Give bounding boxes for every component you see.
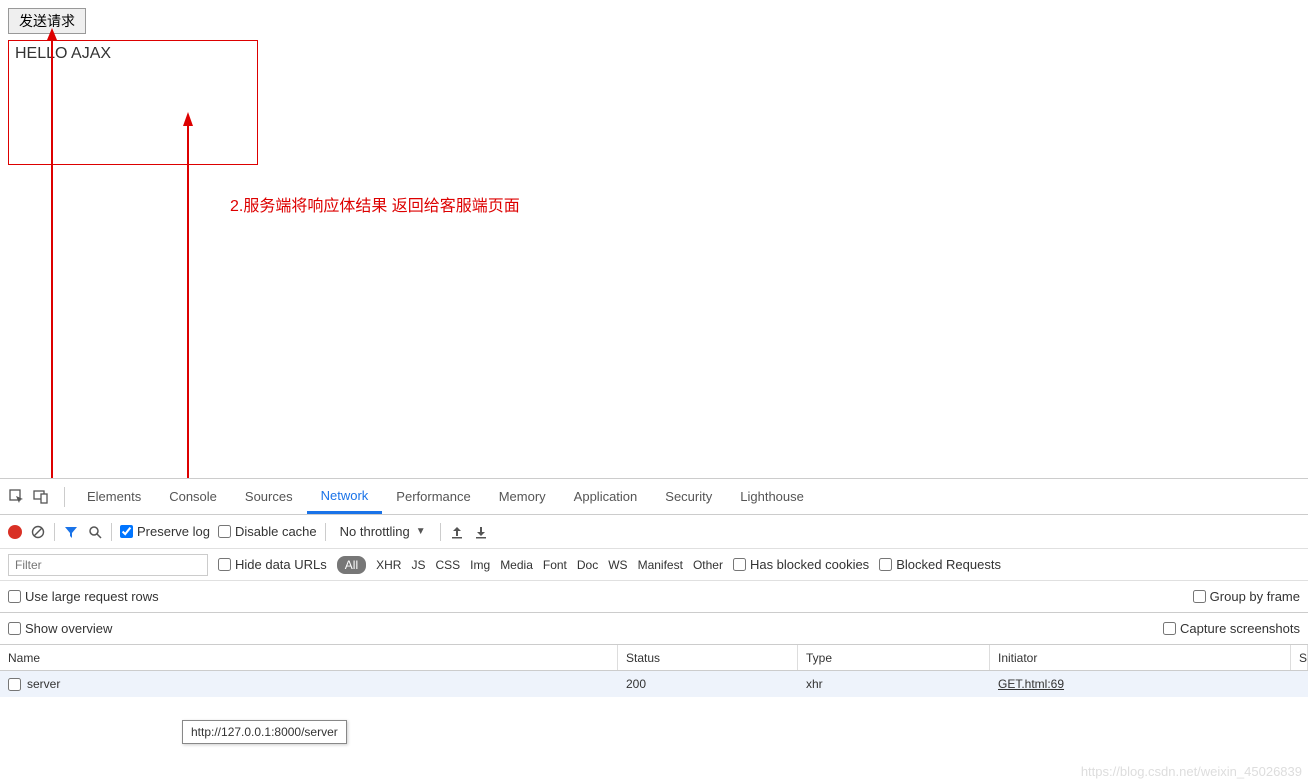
- network-options-row1: Use large request rows Group by frame: [0, 581, 1308, 613]
- cell-status: 200: [618, 673, 798, 695]
- has-blocked-cookies-label: Has blocked cookies: [750, 557, 869, 572]
- preserve-log-checkbox[interactable]: Preserve log: [120, 524, 210, 539]
- tab-memory[interactable]: Memory: [485, 479, 560, 514]
- filter-icon[interactable]: [63, 524, 79, 540]
- cell-name: server: [0, 673, 618, 695]
- use-large-rows-checkbox[interactable]: Use large request rows: [8, 589, 159, 604]
- row-name-text: server: [27, 677, 60, 691]
- hide-data-urls-label: Hide data URLs: [235, 557, 327, 572]
- divider: [64, 487, 65, 507]
- use-large-rows-input[interactable]: [8, 590, 21, 603]
- show-overview-label: Show overview: [25, 621, 112, 636]
- tab-network[interactable]: Network: [307, 479, 383, 514]
- divider: [54, 523, 55, 541]
- table-header: Name Status Type Initiator S: [0, 645, 1308, 671]
- network-table: Name Status Type Initiator S server 200 …: [0, 645, 1308, 783]
- throttling-select[interactable]: No throttling ▼: [334, 522, 432, 541]
- has-blocked-cookies-input[interactable]: [733, 558, 746, 571]
- disable-cache-input[interactable]: [218, 525, 231, 538]
- col-initiator[interactable]: Initiator: [990, 645, 1291, 670]
- filter-type-all[interactable]: All: [337, 556, 366, 574]
- devtools-tab-bar: Elements Console Sources Network Perform…: [0, 479, 1308, 515]
- disable-cache-checkbox[interactable]: Disable cache: [218, 524, 317, 539]
- divider: [440, 523, 441, 541]
- filter-type-doc[interactable]: Doc: [577, 558, 598, 572]
- tab-console[interactable]: Console: [155, 479, 231, 514]
- network-filter-bar: Hide data URLs All XHR JS CSS Img Media …: [0, 549, 1308, 581]
- url-tooltip: http://127.0.0.1:8000/server: [182, 720, 347, 744]
- download-icon[interactable]: [473, 524, 489, 540]
- record-button[interactable]: [8, 525, 22, 539]
- capture-screenshots-input[interactable]: [1163, 622, 1176, 635]
- filter-type-manifest[interactable]: Manifest: [638, 558, 683, 572]
- tab-elements[interactable]: Elements: [73, 479, 155, 514]
- group-by-frame-label: Group by frame: [1210, 589, 1300, 604]
- tab-lighthouse[interactable]: Lighthouse: [726, 479, 818, 514]
- group-by-frame-input[interactable]: [1193, 590, 1206, 603]
- col-s[interactable]: S: [1291, 645, 1308, 670]
- show-overview-checkbox[interactable]: Show overview: [8, 621, 112, 636]
- upload-icon[interactable]: [449, 524, 465, 540]
- network-toolbar: Preserve log Disable cache No throttling…: [0, 515, 1308, 549]
- filter-type-js[interactable]: JS: [411, 558, 425, 572]
- show-overview-input[interactable]: [8, 622, 21, 635]
- blocked-requests-input[interactable]: [879, 558, 892, 571]
- filter-type-group: All XHR JS CSS Img Media Font Doc WS Man…: [337, 556, 723, 574]
- preserve-log-label: Preserve log: [137, 524, 210, 539]
- tab-sources[interactable]: Sources: [231, 479, 307, 514]
- tab-performance[interactable]: Performance: [382, 479, 484, 514]
- inspect-element-icon[interactable]: [8, 488, 26, 506]
- cell-type: xhr: [798, 673, 990, 695]
- group-by-frame-checkbox[interactable]: Group by frame: [1193, 589, 1300, 604]
- divider: [111, 523, 112, 541]
- network-options-row2: Show overview Capture screenshots: [0, 613, 1308, 645]
- throttling-label: No throttling: [340, 524, 410, 539]
- blocked-requests-label: Blocked Requests: [896, 557, 1001, 572]
- filter-type-img[interactable]: Img: [470, 558, 490, 572]
- capture-screenshots-label: Capture screenshots: [1180, 621, 1300, 636]
- row-checkbox[interactable]: [8, 678, 21, 691]
- use-large-rows-label: Use large request rows: [25, 589, 159, 604]
- col-type[interactable]: Type: [798, 645, 990, 670]
- device-toggle-icon[interactable]: [32, 488, 50, 506]
- col-name[interactable]: Name: [0, 645, 618, 670]
- col-status[interactable]: Status: [618, 645, 798, 670]
- preserve-log-input[interactable]: [120, 525, 133, 538]
- has-blocked-cookies-checkbox[interactable]: Has blocked cookies: [733, 557, 869, 572]
- filter-type-css[interactable]: CSS: [435, 558, 460, 572]
- chevron-down-icon: ▼: [416, 526, 426, 537]
- divider: [325, 523, 326, 541]
- disable-cache-label: Disable cache: [235, 524, 317, 539]
- filter-type-other[interactable]: Other: [693, 558, 723, 572]
- clear-icon[interactable]: [30, 524, 46, 540]
- cell-initiator: GET.html:69: [990, 673, 1292, 695]
- initiator-link[interactable]: GET.html:69: [998, 677, 1064, 691]
- result-text: HELLO AJAX: [15, 45, 111, 62]
- filter-input[interactable]: [8, 554, 208, 576]
- table-row[interactable]: server 200 xhr GET.html:69: [0, 671, 1308, 697]
- watermark: https://blog.csdn.net/weixin_45026839: [1081, 764, 1302, 779]
- search-icon[interactable]: [87, 524, 103, 540]
- result-box: HELLO AJAX: [8, 40, 258, 165]
- annotation-step2: 2.服务端将响应体结果 返回给客服端页面: [230, 192, 520, 216]
- send-request-button[interactable]: 发送请求: [8, 8, 86, 34]
- cell-s: [1292, 680, 1308, 688]
- page-content: 发送请求 HELLO AJAX: [0, 0, 1308, 173]
- blocked-requests-checkbox[interactable]: Blocked Requests: [879, 557, 1001, 572]
- tab-security[interactable]: Security: [651, 479, 726, 514]
- filter-type-ws[interactable]: WS: [608, 558, 627, 572]
- filter-type-font[interactable]: Font: [543, 558, 567, 572]
- capture-screenshots-checkbox[interactable]: Capture screenshots: [1163, 621, 1300, 636]
- hide-data-urls-input[interactable]: [218, 558, 231, 571]
- hide-data-urls-checkbox[interactable]: Hide data URLs: [218, 557, 327, 572]
- tab-application[interactable]: Application: [560, 479, 652, 514]
- filter-type-media[interactable]: Media: [500, 558, 533, 572]
- filter-type-xhr[interactable]: XHR: [376, 558, 401, 572]
